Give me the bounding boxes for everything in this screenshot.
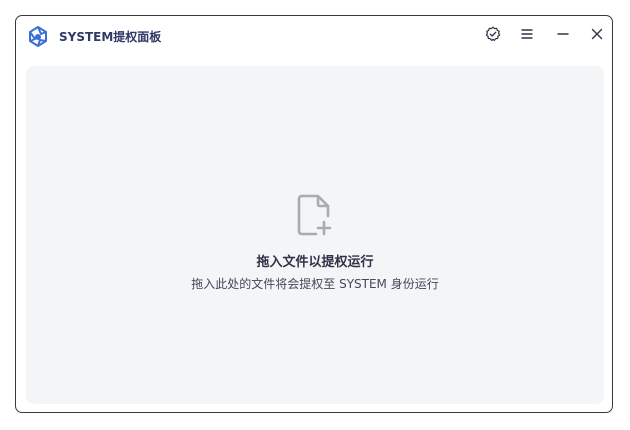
menu-button[interactable] — [516, 23, 538, 45]
app-logo-icon — [29, 26, 47, 47]
badge-check-icon — [485, 26, 501, 41]
drop-zone-subtitle: 拖入此处的文件将会提权至 SYSTEM 身份运行 — [191, 277, 439, 291]
hamburger-menu-icon — [521, 29, 533, 39]
drop-zone-title: 拖入文件以提权运行 — [256, 255, 374, 270]
file-drop-zone[interactable]: 拖入文件以提权运行 拖入此处的文件将会提权至 SYSTEM 身份运行 — [26, 66, 604, 404]
window-title: SYSTEM提权面板 — [59, 30, 162, 44]
file-add-icon — [297, 194, 332, 236]
minimize-button[interactable] — [552, 23, 574, 45]
close-icon — [591, 28, 603, 40]
minimize-icon — [557, 33, 569, 35]
close-button[interactable] — [586, 23, 608, 45]
app-window: SYSTEM提权面板 拖入文件以提权运行 拖入此处的文件将会提权至 SYSTEM… — [15, 15, 613, 413]
verify-button[interactable] — [482, 23, 504, 45]
title-bar[interactable]: SYSTEM提权面板 — [16, 16, 612, 58]
